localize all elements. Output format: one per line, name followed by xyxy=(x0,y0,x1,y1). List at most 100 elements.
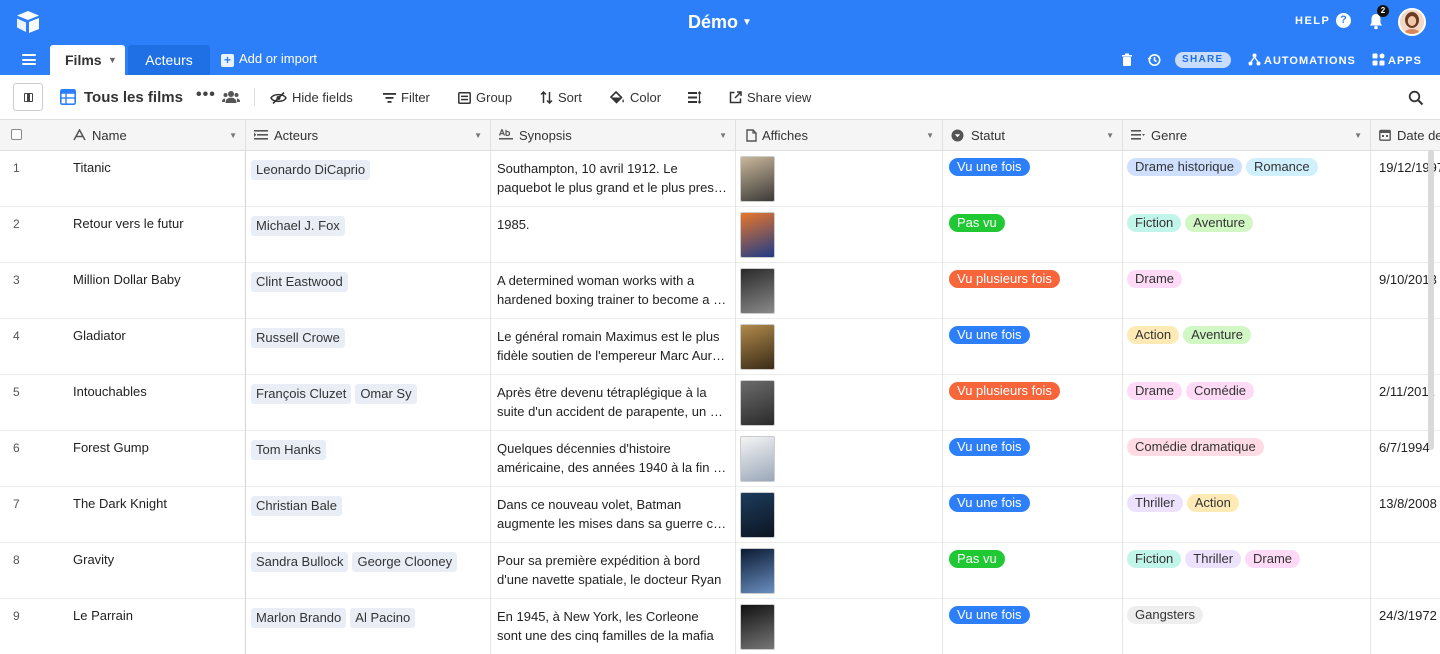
table-row[interactable]: 9 Le Parrain Marlon Brando Al Pacino En 1945… xyxy=(0,599,1440,654)
color-button[interactable]: Color xyxy=(609,90,661,105)
acteurs-cell[interactable]: Russell Crowe xyxy=(246,319,491,375)
film-name-cell[interactable]: Forest Gump xyxy=(60,431,246,487)
synopsis-cell[interactable]: Dans ce nouveau volet, Batman augmente le… xyxy=(491,487,736,543)
column-menu-caret-icon[interactable]: ▼ xyxy=(1106,120,1114,151)
actor-chip[interactable]: Sandra Bullock xyxy=(251,552,349,572)
filter-button[interactable]: Filter xyxy=(383,90,430,105)
date-cell[interactable] xyxy=(1371,543,1440,599)
trash-icon[interactable] xyxy=(1120,53,1134,67)
column-menu-caret-icon[interactable]: ▼ xyxy=(926,120,934,151)
poster-thumbnail[interactable] xyxy=(740,268,775,314)
column-header-statut[interactable]: Statut ▼ xyxy=(943,120,1123,151)
group-button[interactable]: Group xyxy=(458,90,512,105)
synopsis-cell[interactable]: Pour sa première expédition à bord d'une … xyxy=(491,543,736,599)
poster-thumbnail[interactable] xyxy=(740,156,775,202)
column-header-genre[interactable]: Genre ▼ xyxy=(1123,120,1371,151)
table-row[interactable]: 5 Intouchables François Cluzet Omar Sy Après… xyxy=(0,375,1440,431)
statut-cell[interactable]: Vu plusieurs fois xyxy=(943,263,1123,319)
genre-cell[interactable]: Drame xyxy=(1123,263,1371,319)
genre-cell[interactable]: Fiction Aventure xyxy=(1123,207,1371,263)
date-cell[interactable]: 24/3/1972 xyxy=(1371,599,1440,654)
film-name-cell[interactable]: Intouchables xyxy=(60,375,246,431)
help-icon[interactable]: ? xyxy=(1336,13,1351,28)
actor-chip[interactable]: Leonardo DiCaprio xyxy=(251,160,371,180)
user-avatar[interactable] xyxy=(1398,8,1426,36)
column-header-synopsis[interactable]: Synopsis ▼ xyxy=(491,120,736,151)
genre-cell[interactable]: Comédie dramatique xyxy=(1123,431,1371,487)
column-header-affiches[interactable]: Affiches ▼ xyxy=(736,120,943,151)
actor-chip[interactable]: Clint Eastwood xyxy=(251,272,348,292)
actor-chip[interactable]: Michael J. Fox xyxy=(251,216,345,236)
acteurs-cell[interactable]: Leonardo DiCaprio xyxy=(246,151,491,207)
synopsis-cell[interactable]: A determined woman works with a hardened … xyxy=(491,263,736,319)
sort-button[interactable]: Sort xyxy=(540,90,582,105)
genre-cell[interactable]: Drame Comédie xyxy=(1123,375,1371,431)
acteurs-cell[interactable]: Marlon Brando Al Pacino xyxy=(246,599,491,654)
synopsis-cell[interactable]: Southampton, 10 avril 1912. Le paquebot l… xyxy=(491,151,736,207)
history-icon[interactable] xyxy=(1147,53,1161,67)
actor-chip[interactable]: Tom Hanks xyxy=(251,440,327,460)
film-name-cell[interactable]: Million Dollar Baby xyxy=(60,263,246,319)
column-header-acteurs[interactable]: Acteurs ▼ xyxy=(246,120,491,151)
synopsis-cell[interactable]: Quelques décennies d'histoire américaine,… xyxy=(491,431,736,487)
genre-cell[interactable]: Fiction Thriller Drame xyxy=(1123,543,1371,599)
table-row[interactable]: 7 The Dark Knight Christian Bale Dans ce no… xyxy=(0,487,1440,543)
acteurs-cell[interactable]: Christian Bale xyxy=(246,487,491,543)
film-name-cell[interactable]: Le Parrain xyxy=(60,599,246,654)
statut-cell[interactable]: Pas vu xyxy=(943,543,1123,599)
poster-thumbnail[interactable] xyxy=(740,604,775,650)
statut-cell[interactable]: Vu une fois xyxy=(943,599,1123,654)
vertical-scrollbar[interactable] xyxy=(1428,150,1434,450)
actor-chip[interactable]: Al Pacino xyxy=(350,608,416,628)
date-cell[interactable]: 13/8/2008 xyxy=(1371,487,1440,543)
acteurs-cell[interactable]: Tom Hanks xyxy=(246,431,491,487)
synopsis-cell[interactable]: 1985. xyxy=(491,207,736,263)
column-menu-caret-icon[interactable]: ▼ xyxy=(719,120,727,151)
select-all-checkbox[interactable] xyxy=(11,129,22,140)
film-name-cell[interactable]: Gravity xyxy=(60,543,246,599)
affiches-cell[interactable] xyxy=(736,599,943,654)
synopsis-cell[interactable]: Après être devenu tétraplégique à la suit… xyxy=(491,375,736,431)
genre-cell[interactable]: Gangsters xyxy=(1123,599,1371,654)
airtable-logo-icon[interactable] xyxy=(14,9,42,35)
affiches-cell[interactable] xyxy=(736,431,943,487)
actor-chip[interactable]: Russell Crowe xyxy=(251,328,345,348)
share-view-button[interactable]: Share view xyxy=(729,90,811,105)
search-icon[interactable] xyxy=(1408,90,1424,106)
column-header-date[interactable]: Date de xyxy=(1371,120,1440,151)
statut-cell[interactable]: Pas vu xyxy=(943,207,1123,263)
tab-acteurs[interactable]: Acteurs xyxy=(128,45,210,75)
affiches-cell[interactable] xyxy=(736,319,943,375)
acteurs-cell[interactable]: François Cluzet Omar Sy xyxy=(246,375,491,431)
actor-chip[interactable]: Christian Bale xyxy=(251,496,342,516)
poster-thumbnail[interactable] xyxy=(740,324,775,370)
base-title-caret-icon[interactable]: ▼ xyxy=(742,17,752,28)
add-or-import-button[interactable]: + Add or import xyxy=(221,51,317,67)
table-row[interactable]: 8 Gravity Sandra Bullock George Clooney Pour… xyxy=(0,543,1440,599)
film-name-cell[interactable]: Titanic xyxy=(60,151,246,207)
collaborators-icon[interactable] xyxy=(222,90,240,104)
acteurs-cell[interactable]: Clint Eastwood xyxy=(246,263,491,319)
affiches-cell[interactable] xyxy=(736,263,943,319)
hamburger-menu-icon[interactable] xyxy=(22,54,36,65)
hide-fields-button[interactable]: Hide fields xyxy=(270,90,353,105)
statut-cell[interactable]: Vu une fois xyxy=(943,151,1123,207)
tab-films[interactable]: Films ▼ xyxy=(50,45,125,75)
statut-cell[interactable]: Vu une fois xyxy=(943,431,1123,487)
table-row[interactable]: 4 Gladiator Russell Crowe Le général romain… xyxy=(0,319,1440,375)
film-name-cell[interactable]: Retour vers le futur xyxy=(60,207,246,263)
table-row[interactable]: 1 Titanic Leonardo DiCaprio Southampton, 10… xyxy=(0,151,1440,207)
column-header-name[interactable]: Name ▼ xyxy=(60,120,246,151)
synopsis-cell[interactable]: Le général romain Maximus est le plus fid… xyxy=(491,319,736,375)
actor-chip[interactable]: François Cluzet xyxy=(251,384,352,404)
poster-thumbnail[interactable] xyxy=(740,492,775,538)
affiches-cell[interactable] xyxy=(736,487,943,543)
statut-cell[interactable]: Vu une fois xyxy=(943,319,1123,375)
actor-chip[interactable]: Marlon Brando xyxy=(251,608,347,628)
affiches-cell[interactable] xyxy=(736,151,943,207)
column-menu-caret-icon[interactable]: ▼ xyxy=(474,120,482,151)
acteurs-cell[interactable]: Sandra Bullock George Clooney xyxy=(246,543,491,599)
actor-chip[interactable]: Omar Sy xyxy=(355,384,417,404)
share-button[interactable]: SHARE xyxy=(1175,52,1231,68)
tab-films-caret-icon[interactable]: ▼ xyxy=(108,45,117,75)
